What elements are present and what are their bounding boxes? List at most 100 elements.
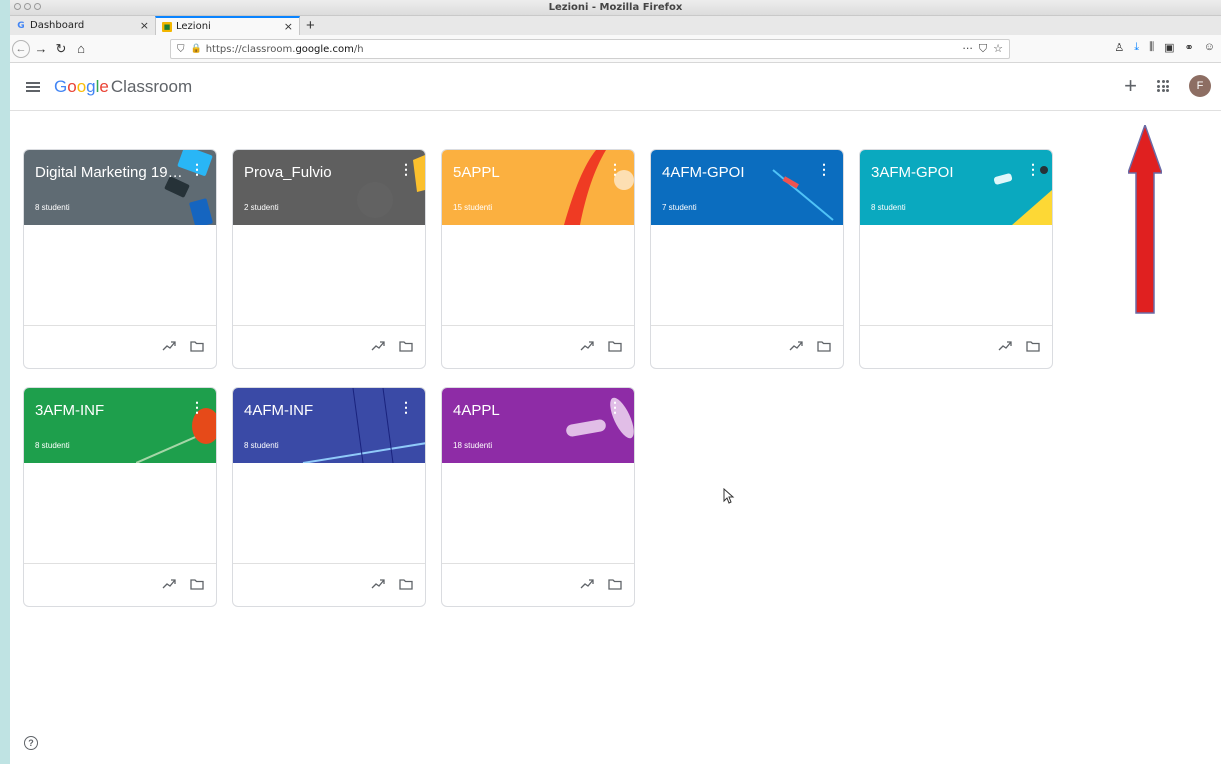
- tennis-net-illustration: [302, 388, 425, 463]
- back-button[interactable]: ←: [12, 39, 30, 58]
- more-options-icon[interactable]: ⋮: [399, 400, 413, 414]
- card-footer: [24, 563, 216, 606]
- tracking-shield-icon[interactable]: ⛉: [177, 44, 185, 55]
- folder-icon[interactable]: [190, 341, 204, 352]
- header-actions: + F: [1124, 75, 1211, 97]
- tab-lezioni[interactable]: ■ Lezioni ×: [155, 16, 300, 35]
- page-actions-icon[interactable]: ···: [962, 42, 973, 56]
- devices-illustration: [164, 150, 213, 225]
- extension-2-icon[interactable]: ⚭: [1185, 41, 1194, 54]
- trending-up-icon[interactable]: [162, 340, 176, 352]
- mouse-pointer-icon: [723, 488, 735, 504]
- account-icon[interactable]: ☺: [1204, 41, 1215, 54]
- class-card[interactable]: Digital Marketing 19-... 8 studenti ⋮: [23, 149, 217, 369]
- more-options-icon[interactable]: ⋮: [608, 400, 622, 414]
- class-card[interactable]: 4APPL 18 studenti ⋮: [441, 387, 635, 607]
- trending-up-icon[interactable]: [580, 578, 594, 590]
- class-title[interactable]: 4APPL: [453, 402, 500, 419]
- home-button[interactable]: ⌂: [72, 40, 90, 58]
- class-title[interactable]: 4AFM-GPOI: [662, 164, 745, 181]
- trending-up-icon[interactable]: [371, 578, 385, 590]
- student-count: 7 studenti: [662, 203, 697, 212]
- class-banner[interactable]: 4APPL 18 studenti ⋮: [442, 388, 634, 463]
- pocket-icon[interactable]: ⛉: [979, 42, 987, 56]
- close-tab-icon[interactable]: ×: [284, 20, 293, 33]
- trending-up-icon[interactable]: [580, 340, 594, 352]
- class-card[interactable]: 3AFM-INF 8 studenti ⋮: [23, 387, 217, 607]
- reload-button[interactable]: ↻: [52, 40, 70, 58]
- student-count: 8 studenti: [35, 441, 70, 450]
- navigation-bar: ← → ↻ ⌂ ⛉ 🔒 https://classroom. google.com…: [10, 35, 1221, 63]
- class-title[interactable]: 4AFM-INF: [244, 402, 313, 419]
- forward-button[interactable]: →: [32, 40, 50, 58]
- more-options-icon[interactable]: ⋮: [817, 162, 831, 176]
- more-options-icon[interactable]: ⋮: [190, 400, 204, 414]
- student-count: 8 studenti: [871, 203, 906, 212]
- bookmark-star-icon[interactable]: ☆: [993, 42, 1003, 56]
- sailing-illustration: [993, 166, 1052, 225]
- folder-icon[interactable]: [608, 579, 622, 590]
- trending-up-icon[interactable]: [789, 340, 803, 352]
- trending-up-icon[interactable]: [371, 340, 385, 352]
- lock-icon[interactable]: 🔒: [191, 44, 202, 54]
- class-card[interactable]: 5APPL 15 studenti ⋮: [441, 149, 635, 369]
- main-menu-icon[interactable]: [26, 81, 40, 92]
- folder-icon[interactable]: [399, 579, 413, 590]
- folder-icon[interactable]: [817, 341, 831, 352]
- student-count: 15 studenti: [453, 203, 493, 212]
- class-banner[interactable]: Prova_Fulvio 2 studenti ⋮: [233, 150, 425, 225]
- maximize-window-button[interactable]: [34, 3, 41, 10]
- sidebar-icon[interactable]: ▣: [1164, 41, 1174, 54]
- url-bar[interactable]: ⛉ 🔒 https://classroom. google.com/h ··· ⛉…: [170, 39, 1010, 59]
- class-title[interactable]: 5APPL: [453, 164, 500, 181]
- class-banner[interactable]: 3AFM-GPOI 8 studenti ⋮: [860, 150, 1052, 225]
- class-title[interactable]: 3AFM-GPOI: [871, 164, 954, 181]
- minimize-window-button[interactable]: [24, 3, 31, 10]
- more-options-icon[interactable]: ⋮: [1026, 162, 1040, 176]
- class-banner[interactable]: 4AFM-GPOI 7 studenti ⋮: [651, 150, 843, 225]
- trending-up-icon[interactable]: [162, 578, 176, 590]
- class-card[interactable]: 4AFM-INF 8 studenti ⋮: [232, 387, 426, 607]
- more-options-icon[interactable]: ⋮: [399, 162, 413, 176]
- card-footer: [860, 325, 1052, 368]
- tab-dashboard[interactable]: G Dashboard ×: [10, 16, 155, 35]
- folder-icon[interactable]: [1026, 341, 1040, 352]
- student-count: 18 studenti: [453, 441, 493, 450]
- google-classroom-logo[interactable]: Google Classroom: [54, 77, 192, 97]
- close-window-button[interactable]: [14, 3, 21, 10]
- library-icon[interactable]: ⫼: [1149, 41, 1154, 54]
- help-icon[interactable]: ?: [24, 736, 38, 750]
- class-banner[interactable]: 3AFM-INF 8 studenti ⋮: [24, 388, 216, 463]
- red-arrow-annotation: [1128, 125, 1162, 314]
- google-favicon-icon: G: [17, 20, 25, 31]
- class-title[interactable]: Prova_Fulvio: [244, 164, 332, 181]
- downloads-icon[interactable]: ⤓: [1134, 41, 1139, 54]
- window-controls: [14, 3, 41, 10]
- create-join-class-button[interactable]: +: [1124, 75, 1137, 97]
- class-title[interactable]: 3AFM-INF: [35, 402, 104, 419]
- class-banner[interactable]: 4AFM-INF 8 studenti ⋮: [233, 388, 425, 463]
- product-name: Classroom: [110, 76, 193, 96]
- extension-icon[interactable]: ♙: [1114, 41, 1124, 54]
- folder-icon[interactable]: [190, 579, 204, 590]
- swoosh-illustration: [564, 150, 634, 225]
- card-footer: [24, 325, 216, 368]
- trending-up-icon[interactable]: [998, 340, 1012, 352]
- class-banner[interactable]: Digital Marketing 19-... 8 studenti ⋮: [24, 150, 216, 225]
- class-card[interactable]: 3AFM-GPOI 8 studenti ⋮: [859, 149, 1053, 369]
- more-options-icon[interactable]: ⋮: [190, 162, 204, 176]
- oar-illustration: [772, 169, 834, 221]
- class-banner[interactable]: 5APPL 15 studenti ⋮: [442, 150, 634, 225]
- class-card[interactable]: 4AFM-GPOI 7 studenti ⋮: [650, 149, 844, 369]
- folder-icon[interactable]: [399, 341, 413, 352]
- class-title[interactable]: Digital Marketing 19-...: [35, 164, 185, 181]
- folder-icon[interactable]: [608, 341, 622, 352]
- close-tab-icon[interactable]: ×: [140, 19, 149, 32]
- class-card[interactable]: Prova_Fulvio 2 studenti ⋮: [232, 149, 426, 369]
- more-options-icon[interactable]: ⋮: [608, 162, 622, 176]
- url-host: google.com: [295, 43, 354, 55]
- avatar[interactable]: F: [1189, 75, 1211, 97]
- google-apps-icon[interactable]: [1157, 80, 1169, 92]
- google-wordmark: Google: [54, 76, 109, 96]
- new-tab-button[interactable]: +: [300, 16, 321, 35]
